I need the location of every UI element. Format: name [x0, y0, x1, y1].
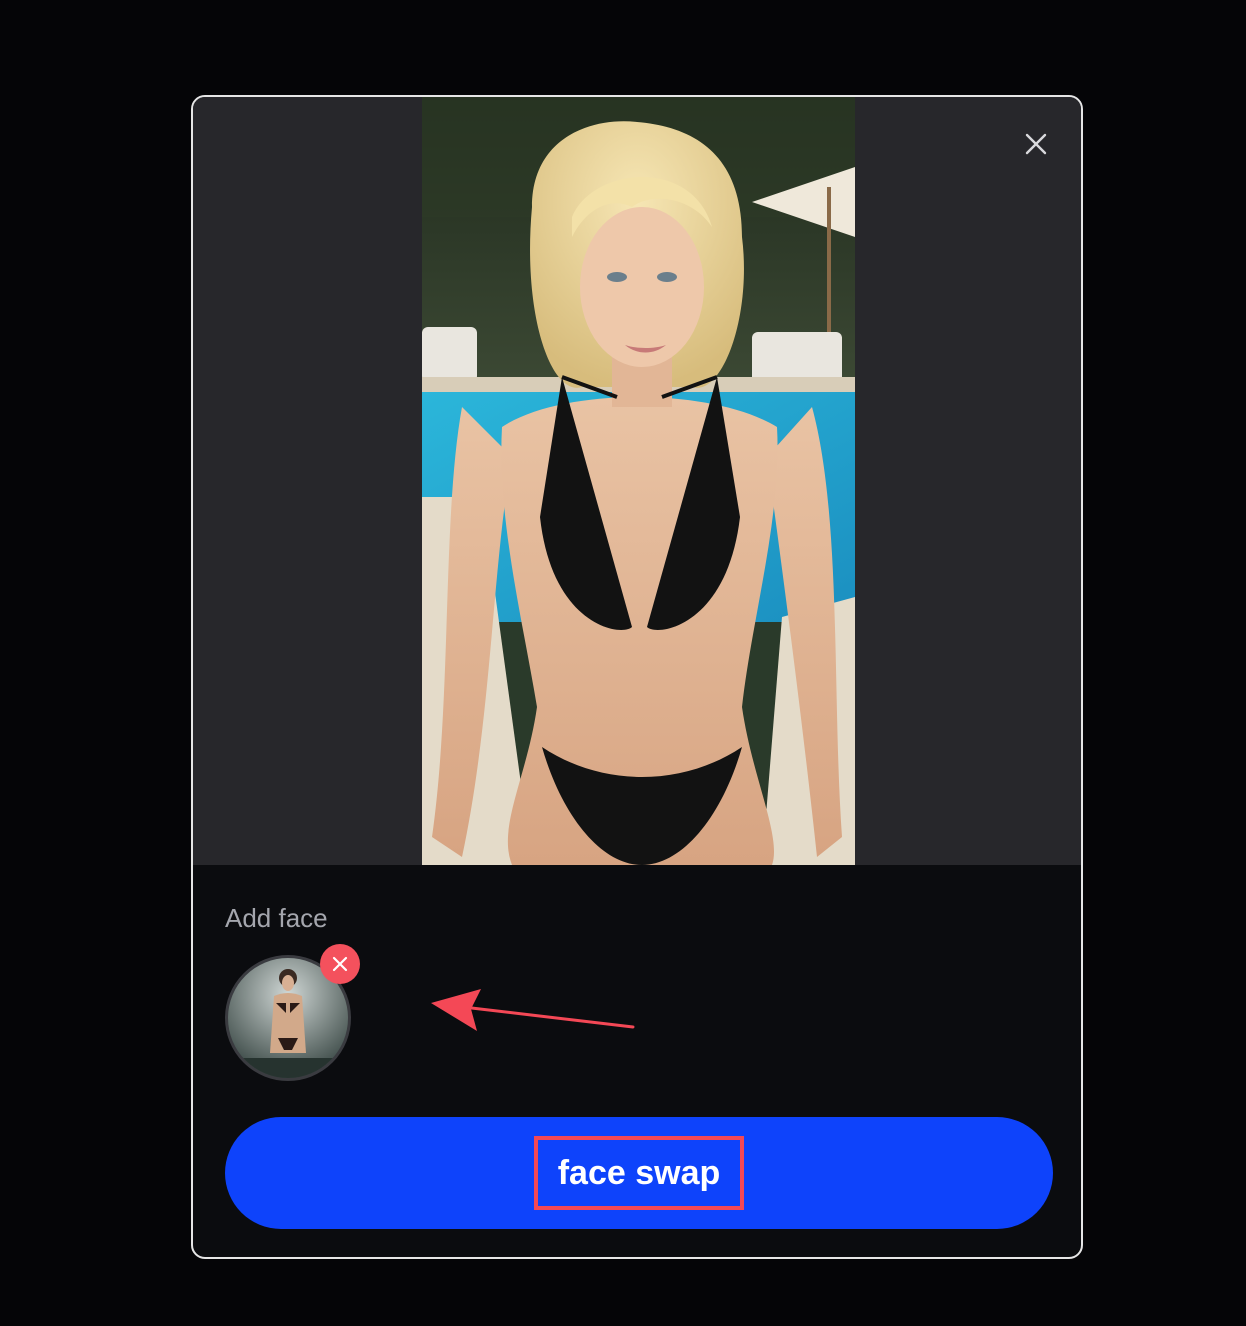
remove-face-button[interactable] — [320, 944, 360, 984]
face-swap-button[interactable]: face swap — [225, 1117, 1053, 1229]
face-swap-modal: Add face face swap — [191, 95, 1083, 1259]
add-face-title: Add face — [225, 903, 328, 933]
close-button[interactable] — [1019, 127, 1053, 161]
face-swap-label: face swap — [533, 1136, 745, 1210]
preview-image — [422, 97, 855, 865]
image-preview-area — [193, 97, 1081, 865]
annotation-arrow-icon — [431, 989, 635, 1031]
remove-x-icon — [332, 956, 348, 972]
close-icon — [1025, 133, 1047, 155]
